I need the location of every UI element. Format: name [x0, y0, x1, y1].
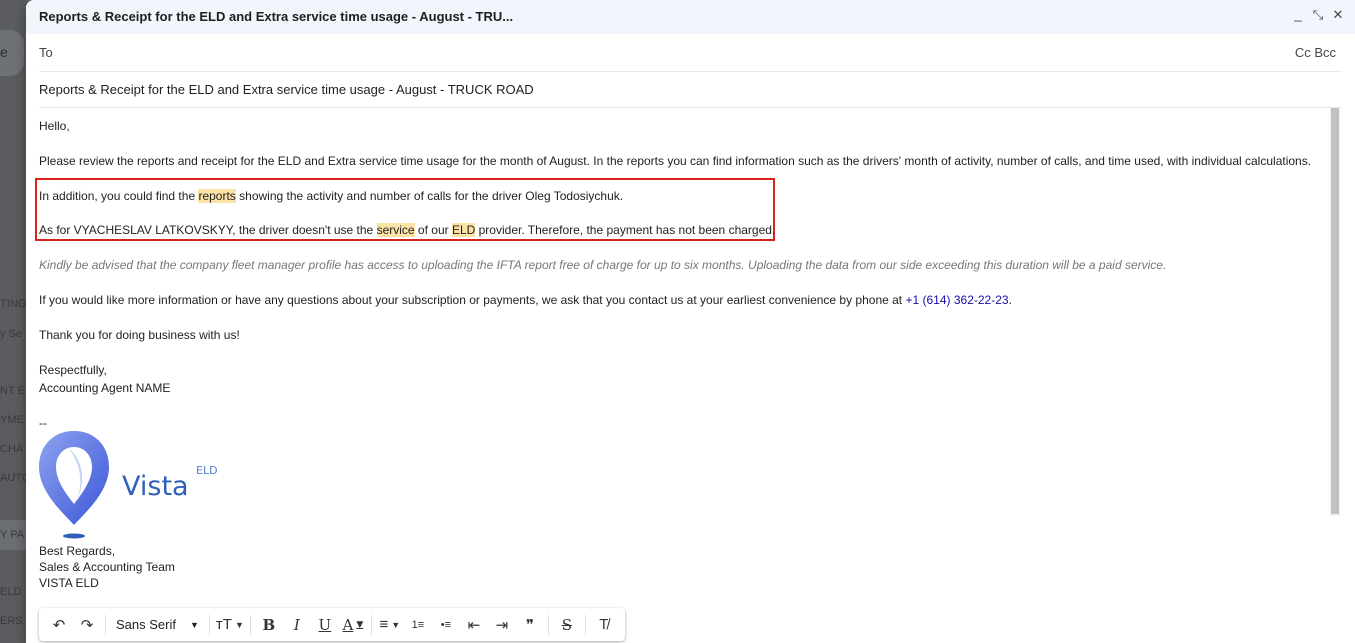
toolbar-divider [584, 614, 586, 635]
signature-line: Accounting Agent NAME [39, 381, 171, 395]
chevron-down-icon: ▼ [234, 619, 244, 630]
message-body[interactable]: Hello, Please review the reports and rec… [35, 108, 1329, 608]
toolbar-divider [370, 614, 372, 635]
highlighted-word: ELD [451, 223, 476, 237]
closing-line: Sales & Accounting Team [39, 560, 175, 574]
text-size-icon: тT [215, 616, 232, 633]
indent-icon[interactable]: ⇥ [490, 613, 514, 637]
window-controls: _ ⤡ ✕ [1291, 7, 1345, 23]
chevron-down-icon: ▼ [356, 619, 364, 630]
chevron-down-icon: ▼ [391, 619, 401, 630]
body-scrollbar-thumb[interactable] [1331, 108, 1339, 514]
quote-icon[interactable]: ❞ [518, 613, 542, 637]
numbered-list-icon[interactable]: 1≡ [406, 613, 430, 637]
body-paragraph: If you would like more information or ha… [39, 293, 1012, 307]
close-icon[interactable]: ✕ [1331, 7, 1345, 23]
background-fragment: ELD [0, 586, 22, 598]
signature-separator: -- [39, 416, 47, 430]
text-color-icon: A [342, 615, 354, 634]
bold-button[interactable]: B [257, 613, 281, 637]
compose-window: Reports & Receipt for the ELD and Extra … [26, 0, 1355, 643]
clear-formatting-icon[interactable]: T̸ [592, 613, 616, 637]
undo-icon[interactable]: ↶ [47, 613, 71, 637]
logo-superscript: ELD [196, 464, 218, 477]
body-paragraph: As for VYACHESLAV LATKOVSKYY, the driver… [39, 223, 775, 237]
text-run: . [1008, 293, 1012, 307]
background-fragment: YME [0, 414, 24, 426]
compose-title: Reports & Receipt for the ELD and Extra … [39, 9, 514, 24]
text-run: In addition, you could find the [39, 189, 199, 203]
logo-wordmark: Vista [122, 471, 189, 502]
text-run: If you would like more information or ha… [39, 293, 906, 307]
to-label[interactable]: To [39, 45, 53, 60]
text-run: of our [414, 223, 452, 237]
minimize-icon[interactable]: _ [1291, 7, 1305, 23]
body-paragraph: Kindly be advised that the company fleet… [39, 258, 1167, 272]
font-family-value: Sans Serif [116, 617, 176, 632]
signature-line: Respectfully, [39, 363, 107, 377]
strikethrough-button[interactable]: S [555, 613, 579, 637]
outdent-icon[interactable]: ⇤ [462, 613, 486, 637]
align-button[interactable]: ≡ ▼ [378, 613, 402, 637]
compose-titlebar[interactable]: Reports & Receipt for the ELD and Extra … [26, 0, 1355, 34]
background-fragment: TING [0, 298, 26, 310]
highlighted-word: reports [198, 189, 236, 203]
toolbar-divider [208, 614, 210, 635]
to-field-row[interactable]: To Cc Bcc [39, 35, 1342, 72]
toolbar-divider [105, 614, 106, 635]
bulleted-list-icon[interactable]: •≡ [434, 613, 458, 637]
phone-link[interactable]: +1 (614) 362-22-23 [905, 293, 1008, 307]
subject-field[interactable]: Reports & Receipt for the ELD and Extra … [39, 71, 1342, 108]
underline-button[interactable]: U [313, 613, 337, 637]
formatting-toolbar: ↶ ↷ Sans Serif ▼ тT ▼ B I U A ▼ ≡ ▼ 1≡ •≡ ⇤ … [39, 608, 625, 641]
toolbar-divider [547, 614, 549, 635]
text-color-button[interactable]: A ▼ [341, 613, 365, 637]
italic-button[interactable]: I [285, 613, 309, 637]
background-fragment: Y PA [0, 529, 25, 541]
background-fragment: AUTO [0, 472, 26, 484]
background-fragment: e [0, 44, 8, 60]
background-fragment: y Se [0, 328, 23, 340]
vista-eld-logo: Vista ELD [39, 429, 229, 539]
expand-icon[interactable]: ⤡ [1311, 7, 1325, 23]
background-fragment: ERS [0, 615, 23, 627]
text-size-button[interactable]: тT ▼ [216, 613, 244, 637]
text-run: showing the activity and number of calls… [235, 189, 624, 203]
text-run: As for VYACHESLAV LATKOVSKYY, the driver… [39, 223, 377, 237]
cc-bcc-link[interactable]: Cc Bcc [1295, 45, 1336, 60]
closing-line: VISTA ELD [39, 576, 99, 590]
background-fragment: CHA [0, 443, 24, 455]
body-paragraph: In addition, you could find the reports … [39, 189, 623, 203]
align-icon: ≡ [379, 616, 389, 633]
subject-value[interactable]: Reports & Receipt for the ELD and Extra … [39, 82, 534, 97]
highlighted-word: service [376, 223, 415, 237]
text-run: provider. Therefore, the payment has not… [475, 223, 776, 237]
body-paragraph: Please review the reports and receipt fo… [39, 154, 1312, 168]
background-fragment: NT E [0, 385, 25, 397]
greeting: Hello, [39, 119, 70, 133]
toolbar-divider [249, 614, 251, 635]
chevron-down-icon: ▼ [189, 619, 199, 630]
redo-icon[interactable]: ↷ [75, 613, 99, 637]
background-app-sidebar: e TING y Se NT E YME CHA AUTO Y PA ELD E… [0, 0, 26, 643]
background-compose-button: e [0, 30, 24, 76]
font-family-select[interactable]: Sans Serif ▼ [112, 613, 203, 637]
closing-line: Best Regards, [39, 544, 116, 558]
body-paragraph: Thank you for doing business with us! [39, 328, 240, 342]
